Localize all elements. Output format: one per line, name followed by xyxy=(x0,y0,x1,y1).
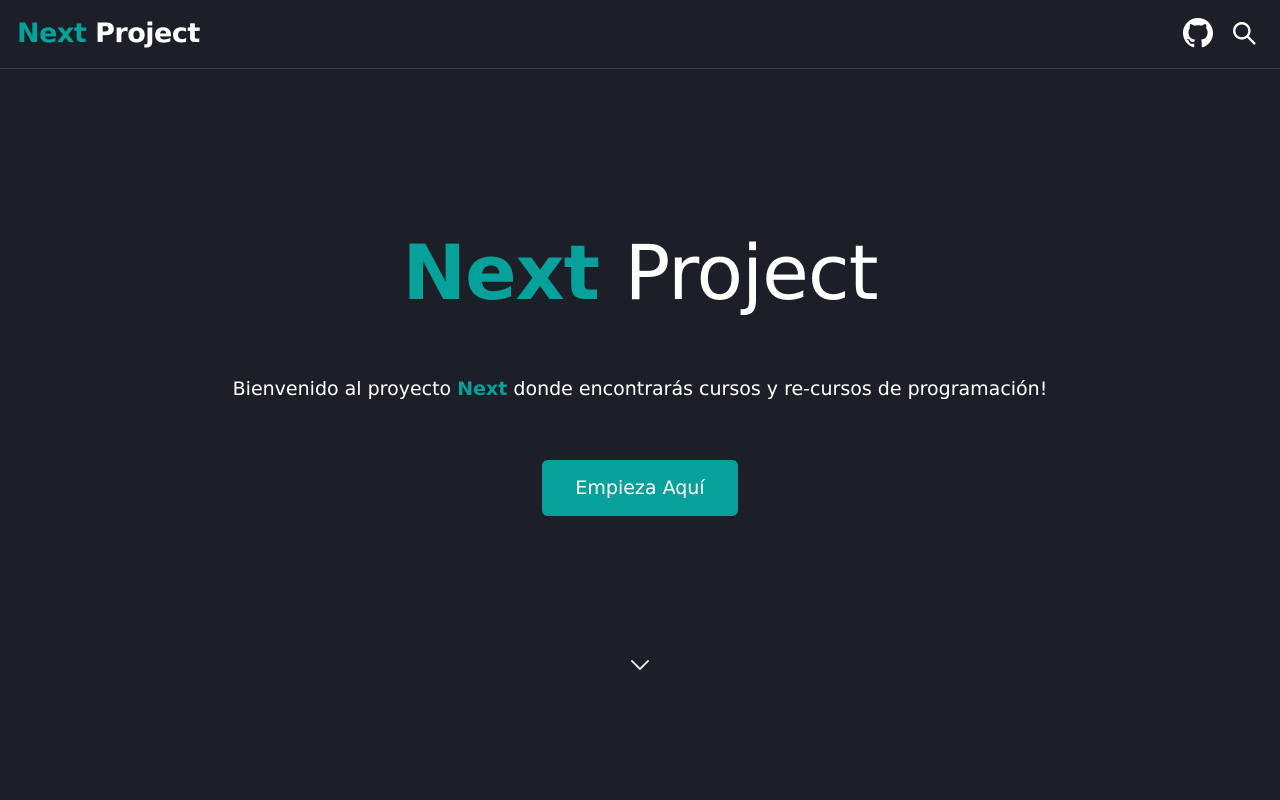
chevron-down-icon[interactable] xyxy=(628,655,652,675)
github-icon[interactable] xyxy=(1182,17,1214,49)
start-here-button[interactable]: Empieza Aquí xyxy=(542,460,738,516)
navbar-actions xyxy=(1182,17,1260,49)
brand-accent-text: Next xyxy=(17,18,87,49)
tagline-before: Bienvenido al proyecto xyxy=(232,378,458,400)
tagline-accent: Next xyxy=(457,378,508,400)
brand-rest-text: Project xyxy=(95,18,200,49)
brand-logo[interactable]: Next Project xyxy=(17,18,200,49)
search-icon[interactable] xyxy=(1228,17,1260,49)
top-navbar: Next Project xyxy=(0,0,1280,69)
hero-title-rest: Project xyxy=(624,228,878,317)
hero-title-accent: Next xyxy=(402,228,600,317)
tagline-after: donde encontrarás cursos y re-cursos de … xyxy=(507,378,1048,400)
hero-title: Next Project xyxy=(0,228,1280,317)
hero-tagline: Bienvenido al proyecto Next donde encont… xyxy=(0,378,1280,400)
